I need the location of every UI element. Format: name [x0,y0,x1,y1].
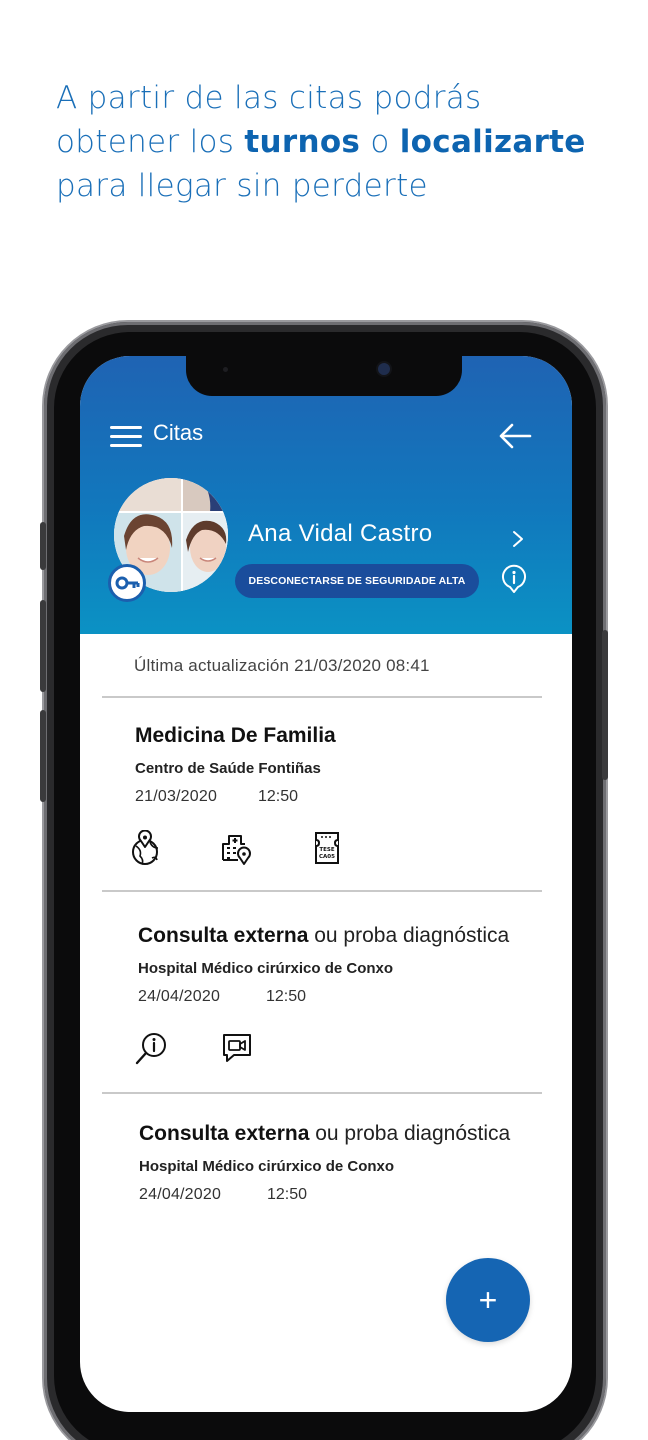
info-location-icon[interactable] [500,564,528,594]
volume-up-button [40,600,46,692]
appointment-card-2[interactable]: Consulta externa ou proba diagnóstica Ho… [80,890,572,1092]
svg-text:TESE: TESE [319,847,334,853]
screen-title: Citas [153,420,204,445]
last-update-text: Última actualización 21/03/2020 08:41 [134,656,430,675]
app-header: Citas Ana Vidal Castro DESCONECTARSE DE … [80,356,572,634]
appointment-date: 24/04/2020 [138,988,221,1005]
appointment-center: Hospital Médico cirúrxico de Conxo [139,1158,395,1175]
volume-down-button [40,710,46,802]
appointment-date: 24/04/2020 [139,1186,222,1203]
chevron-right-icon[interactable] [510,528,526,550]
appointment-title: Medicina De Familia [135,724,336,747]
promo-headline: A partir de las citas podrás obtener los… [56,76,636,208]
hospital-location-icon[interactable] [218,830,252,866]
user-name: Ana Vidal Castro [248,520,433,547]
appointment-time: 12:50 [267,1186,308,1203]
phone-screen: Citas Ana Vidal Castro DESCONECTARSE DE … [80,356,572,1412]
video-call-icon[interactable] [220,1030,254,1066]
sensor-dot [223,367,228,372]
appointment-date: 21/03/2020 [135,788,218,805]
appointment-time: 12:50 [266,988,307,1005]
headline-bold-turnos: turnos [244,124,361,160]
info-search-icon[interactable] [134,1030,168,1066]
appointment-time: 12:50 [258,788,299,805]
headline-line-3: para llegar sin perderte [56,168,428,204]
map-location-icon[interactable] [128,830,162,866]
mute-switch [40,522,46,570]
hamburger-menu-icon[interactable] [110,426,142,448]
headline-line-1: A partir de las citas podrás [56,80,482,116]
back-arrow-icon[interactable] [498,422,532,450]
front-camera [378,363,390,375]
headline-bold-localizarte: localizarte [399,124,586,160]
appointment-title: Consulta externa ou proba diagnóstica [138,924,510,947]
power-button [602,630,608,780]
svg-text:CA05: CA05 [319,854,335,860]
add-appointment-button[interactable]: + [446,1258,530,1342]
appointment-card-3[interactable]: Consulta externa ou proba diagnóstica Ho… [80,1092,572,1232]
appointment-title: Consulta externa ou proba diagnóstica [139,1122,511,1145]
appointment-card-1[interactable]: Medicina De Familia Centro de Saúde Font… [80,696,572,890]
ticket-turn-icon[interactable]: TESE CA05 [310,830,344,866]
appointment-center: Centro de Saúde Fontiñas [135,760,321,777]
disconnect-security-button[interactable]: DESCONECTARSE DE SEGURIDADE ALTA [235,564,479,598]
headline-line-2: obtener los turnos o localizarte [56,124,586,160]
key-icon [108,564,146,602]
appointment-center: Hospital Médico cirúrxico de Conxo [138,960,394,977]
phone-notch [186,354,462,396]
